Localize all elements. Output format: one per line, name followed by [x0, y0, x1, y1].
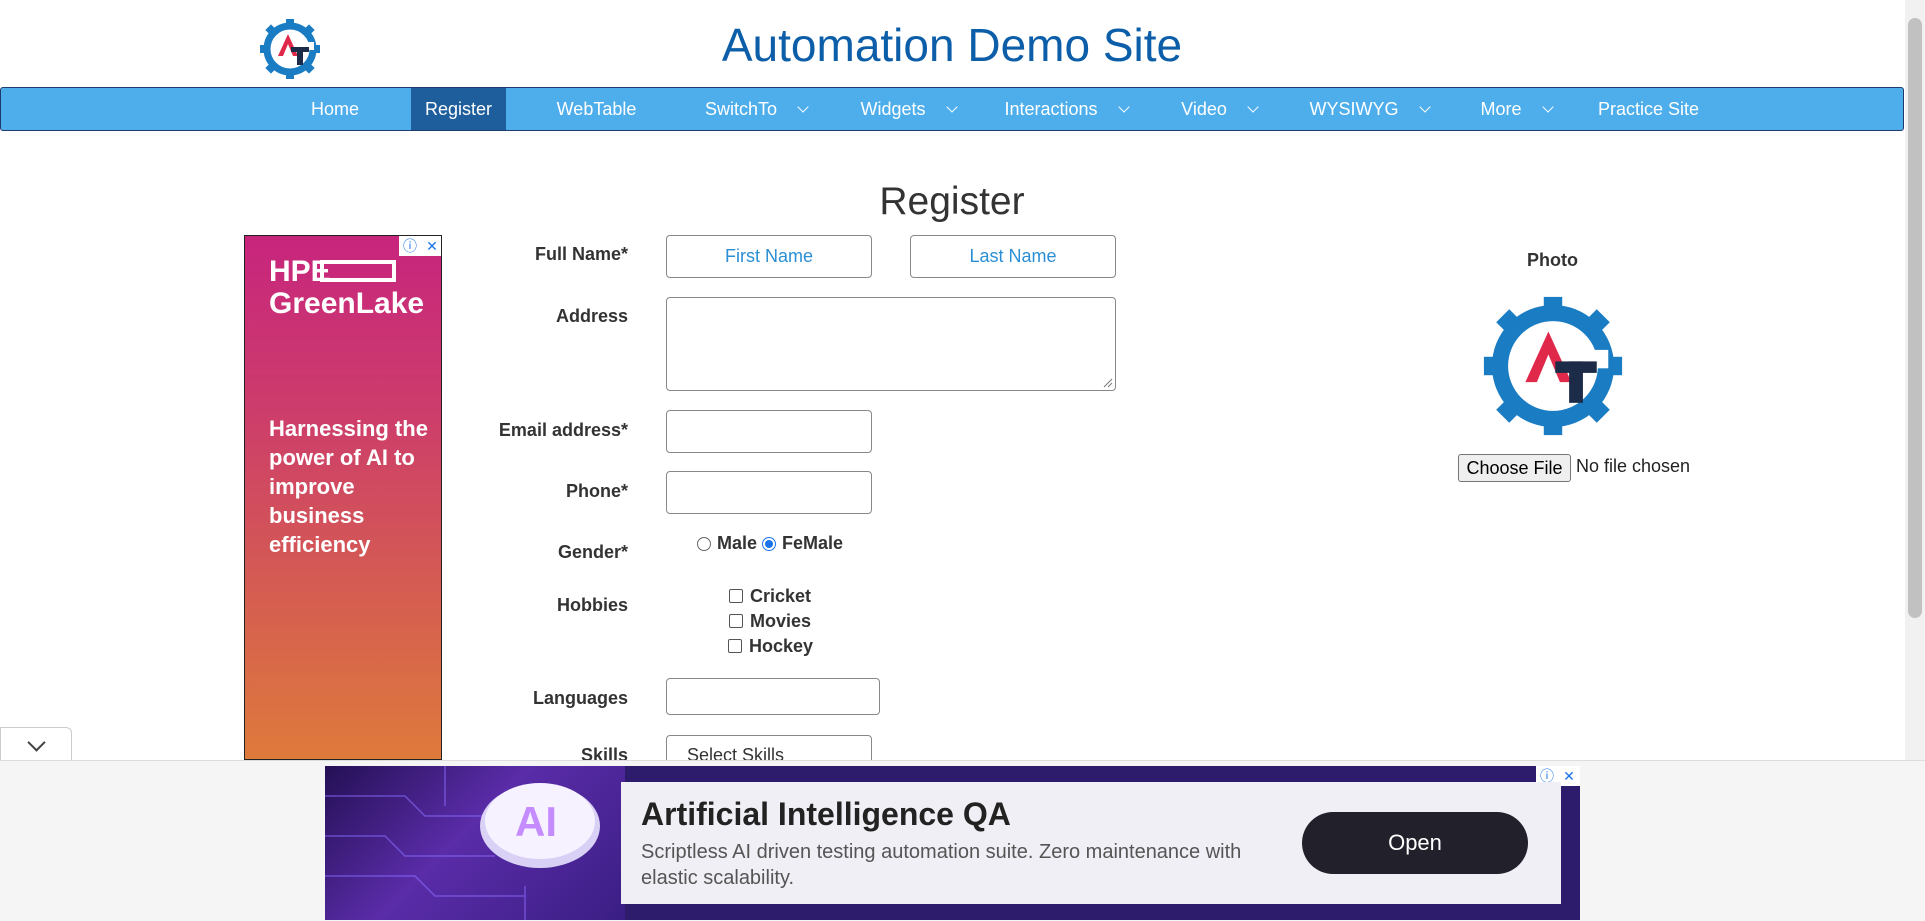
ad-open-button[interactable]: Open: [1302, 812, 1528, 874]
nav-item-home[interactable]: Home: [296, 88, 374, 130]
nav-item-label: Register: [424, 99, 493, 119]
nav-item-register[interactable]: Register: [411, 88, 506, 130]
nav-item-wysiwyg[interactable]: WYSIWYG: [1303, 88, 1435, 130]
hobby-hockey-checkbox[interactable]: [728, 639, 742, 653]
ad-description: Scriptless AI driven testing automation …: [641, 841, 1242, 889]
ad-banner-bottom[interactable]: AI ⓘ ✕ Artificial Intelligence QA Script…: [325, 766, 1580, 920]
main-nav: Home Register WebTable SwitchTo Widgets …: [0, 87, 1904, 131]
gender-female-label: FeMale: [782, 533, 844, 553]
chevron-down-icon: [1117, 101, 1130, 113]
nav-item-label: Practice Site: [1597, 99, 1700, 119]
nav-item-label: Interactions: [1004, 99, 1098, 119]
full-name-label: Full Name*: [534, 244, 628, 264]
photo-label: Photo: [1527, 250, 1578, 270]
gender-label: Gender*: [557, 542, 628, 562]
gender-female-radio[interactable]: [762, 537, 776, 551]
chevron-down-icon: [1541, 101, 1554, 113]
ad-chip-image: AI: [325, 766, 625, 920]
hobby-cricket-label: Cricket: [750, 586, 812, 606]
hobby-cricket-checkbox[interactable]: [729, 589, 743, 603]
nav-item-label: WebTable: [556, 99, 637, 119]
nav-item-label: Home: [310, 99, 359, 119]
page-title: Register: [879, 180, 1025, 223]
chevron-down-icon: [1247, 101, 1259, 113]
circuit-chip-graphic: AI: [325, 766, 600, 920]
address-textarea[interactable]: [666, 297, 1116, 391]
hobby-hockey-label: Hockey: [749, 636, 814, 656]
ad-card: Artificial Intelligence QA Scriptless AI…: [621, 782, 1561, 904]
hobby-movies-checkbox[interactable]: [729, 614, 743, 628]
resize-handle-icon[interactable]: [1103, 378, 1113, 388]
languages-label: Languages: [532, 688, 628, 708]
nav-item-switchto[interactable]: SwitchTo: [701, 88, 811, 130]
nav-item-label: Widgets: [860, 99, 926, 119]
hobbies-label: Hobbies: [556, 595, 628, 615]
nav-item-label: WYSIWYG: [1309, 99, 1399, 119]
site-title: Automation Demo Site: [721, 19, 1183, 71]
choose-file-button[interactable]: Choose File: [1458, 454, 1571, 482]
email-input[interactable]: [666, 410, 872, 453]
chevron-down-icon: [27, 733, 46, 752]
collapse-ad-button[interactable]: [0, 727, 72, 760]
gender-male-radio[interactable]: [697, 537, 711, 551]
close-icon[interactable]: ✕: [1558, 766, 1580, 786]
nav-item-practice-site[interactable]: Practice Site: [1591, 88, 1706, 130]
nav-item-widgets[interactable]: Widgets: [853, 88, 963, 130]
languages-input[interactable]: [666, 678, 880, 715]
chevron-down-icon: [797, 101, 809, 113]
first-name-input[interactable]: First Name: [666, 235, 872, 278]
nav-item-video[interactable]: Video: [1173, 88, 1265, 130]
email-label: Email address*: [498, 420, 628, 440]
nav-item-webtable[interactable]: WebTable: [549, 88, 644, 130]
nav-item-more[interactable]: More: [1471, 88, 1561, 130]
phone-input[interactable]: [666, 471, 872, 514]
profile-photo: [1483, 296, 1623, 436]
hobby-movies-label: Movies: [750, 611, 812, 631]
scrollbar-thumb[interactable]: [1908, 18, 1922, 618]
nav-item-label: More: [1480, 99, 1522, 119]
phone-label: Phone*: [565, 481, 628, 501]
nav-item-label: Video: [1181, 99, 1227, 119]
chevron-down-icon: [945, 101, 958, 113]
chevron-down-icon: [1418, 101, 1431, 113]
svg-text:AI: AI: [515, 798, 557, 845]
nav-item-label: SwitchTo: [704, 99, 778, 119]
gender-male-label: Male: [717, 533, 758, 553]
file-status: No file chosen: [1576, 456, 1691, 476]
nav-item-interactions[interactable]: Interactions: [1001, 88, 1131, 130]
gear-icon: [1483, 296, 1623, 436]
ad-title: Artificial Intelligence QA: [641, 796, 1011, 832]
last-name-input[interactable]: Last Name: [910, 235, 1116, 278]
address-label: Address: [555, 306, 628, 326]
